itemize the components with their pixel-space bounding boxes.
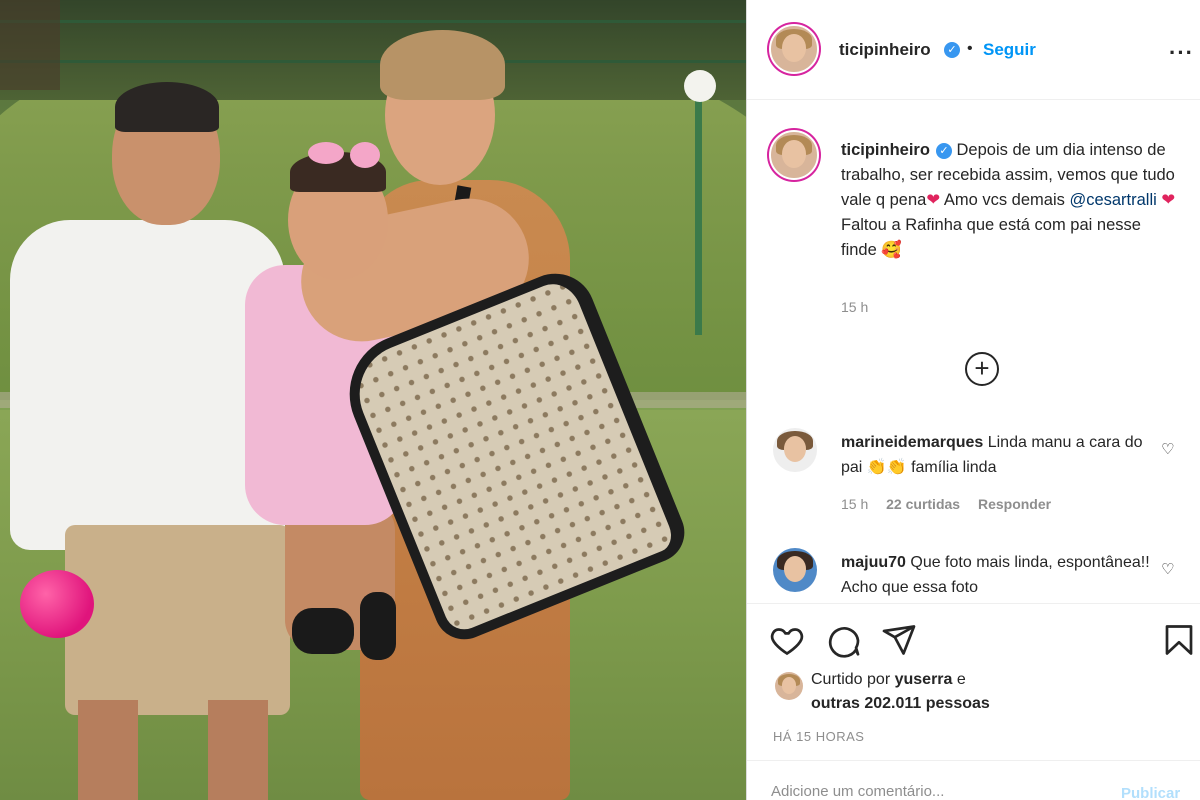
reply-button[interactable]: Responder	[978, 496, 1051, 512]
author-username[interactable]: ticipinheiro	[839, 40, 931, 60]
comment-like-heart-icon[interactable]: ♡	[1161, 560, 1174, 578]
woman-hair	[380, 30, 505, 100]
comment-input[interactable]	[771, 783, 1091, 800]
baby-bow	[350, 142, 380, 168]
tree	[0, 0, 60, 90]
caption-avatar[interactable]	[769, 130, 819, 180]
likes-summary: Curtido por yuserra e outras 202.011 pes…	[747, 666, 1200, 726]
post-header: ticipinheiro ✓ • Seguir ···	[747, 0, 1200, 100]
man-hair	[115, 82, 219, 132]
add-comment-bar: Publicar	[747, 760, 1200, 800]
commenter-username[interactable]: marineidemarques	[841, 434, 983, 451]
likes-prefix: Curtido por	[811, 671, 895, 688]
commenter-avatar[interactable]	[773, 548, 817, 592]
baby-shoe	[292, 608, 354, 654]
verified-badge-icon: ✓	[944, 42, 960, 58]
fence-rail	[0, 60, 746, 63]
baby-bow	[308, 142, 344, 164]
comment-like-heart-icon[interactable]: ♡	[1161, 440, 1174, 458]
liker-avatar[interactable]	[775, 672, 803, 700]
post-age[interactable]: HÁ 15 HORAS	[773, 729, 864, 744]
save-bookmark-icon[interactable]	[1161, 622, 1197, 658]
action-bar	[747, 603, 1200, 673]
man-leg	[78, 700, 138, 800]
mention-link[interactable]: @cesartralli	[1069, 191, 1156, 209]
comment-bubble-icon[interactable]	[825, 622, 861, 658]
comment-text: majuu70 Que foto mais linda, espontânea!…	[841, 550, 1156, 600]
caption-text: ticipinheiro ✓ Depois de um dia intenso d…	[841, 138, 1181, 263]
lamp-pole	[695, 95, 702, 335]
caption-timestamp[interactable]: 15 h	[841, 299, 868, 315]
more-options-icon[interactable]: ···	[1169, 40, 1194, 66]
fence-rail	[0, 20, 746, 23]
man-shorts	[65, 525, 290, 715]
comment-likes-count[interactable]: 22 curtidas	[886, 496, 960, 512]
baby-shoe	[360, 592, 396, 660]
avatar-face	[782, 34, 806, 62]
man-leg	[208, 700, 268, 800]
comment-text: marineidemarques Linda manu a cara do pa…	[841, 430, 1156, 480]
likes-suffix: e	[952, 671, 966, 688]
follow-button[interactable]: Seguir	[983, 40, 1036, 60]
likes-count[interactable]: outras 202.011 pessoas	[811, 695, 990, 713]
caption-part: Amo vcs demais	[940, 191, 1070, 209]
commenter-avatar[interactable]	[773, 428, 817, 472]
load-more-comments-button[interactable]: +	[965, 352, 999, 386]
avatar-face	[781, 677, 797, 694]
liker-username[interactable]: yuserra	[895, 671, 953, 688]
verified-badge-icon: ✓	[935, 143, 952, 159]
post-sidebar: ticipinheiro ✓ • Seguir ··· ticipinheiro…	[746, 0, 1200, 800]
like-heart-icon[interactable]	[769, 622, 805, 658]
man-shirt	[10, 220, 285, 550]
comment-meta: 15 h 22 curtidas Responder	[841, 496, 1065, 512]
pink-ball	[20, 570, 94, 638]
smiling-face-emoji-icon: 🥰	[881, 241, 902, 259]
caption-username[interactable]: ticipinheiro	[841, 141, 930, 159]
publish-button[interactable]: Publicar	[1121, 785, 1180, 800]
avatar-face	[782, 140, 806, 168]
fence	[0, 0, 746, 100]
avatar-face	[783, 555, 807, 583]
share-paper-plane-icon[interactable]	[881, 622, 917, 658]
comment-timestamp[interactable]: 15 h	[841, 496, 868, 512]
avatar-face	[783, 435, 807, 463]
post-photo[interactable]	[0, 0, 746, 800]
author-avatar[interactable]	[769, 24, 819, 74]
likes-line: Curtido por yuserra e	[811, 671, 966, 689]
separator-dot: •	[967, 40, 973, 57]
heart-emoji-icon: ❤	[1161, 191, 1176, 209]
commenter-username[interactable]: majuu70	[841, 554, 906, 571]
heart-emoji-icon: ❤	[926, 191, 941, 209]
lamp-globe	[684, 70, 716, 102]
